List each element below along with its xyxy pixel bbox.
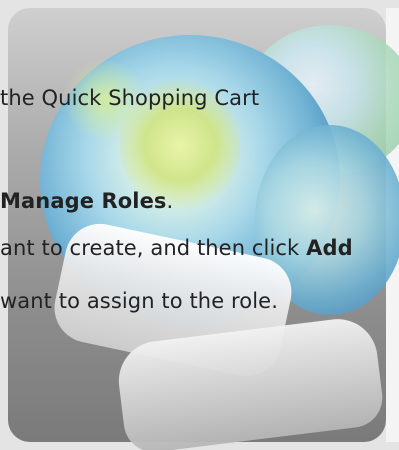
instruction-text: the Quick Shopping Cart Manage Roles. an… bbox=[0, 0, 399, 450]
instruction-line-1-text: the Quick Shopping Cart bbox=[0, 86, 260, 110]
instruction-line-2: Manage Roles. bbox=[0, 189, 173, 213]
instruction-line-1: the Quick Shopping Cart bbox=[0, 86, 259, 110]
instruction-line-2-suffix: . bbox=[166, 189, 174, 213]
instruction-line-4: want to assign to the role. bbox=[0, 289, 278, 313]
instruction-line-3-prefix: ant to create, and then click bbox=[0, 236, 307, 260]
manage-roles-label: Manage Roles bbox=[0, 189, 167, 213]
add-label: Add bbox=[306, 236, 353, 260]
instruction-line-4-text: want to assign to the role. bbox=[0, 289, 278, 313]
instruction-line-3: ant to create, and then click Add bbox=[0, 236, 353, 260]
